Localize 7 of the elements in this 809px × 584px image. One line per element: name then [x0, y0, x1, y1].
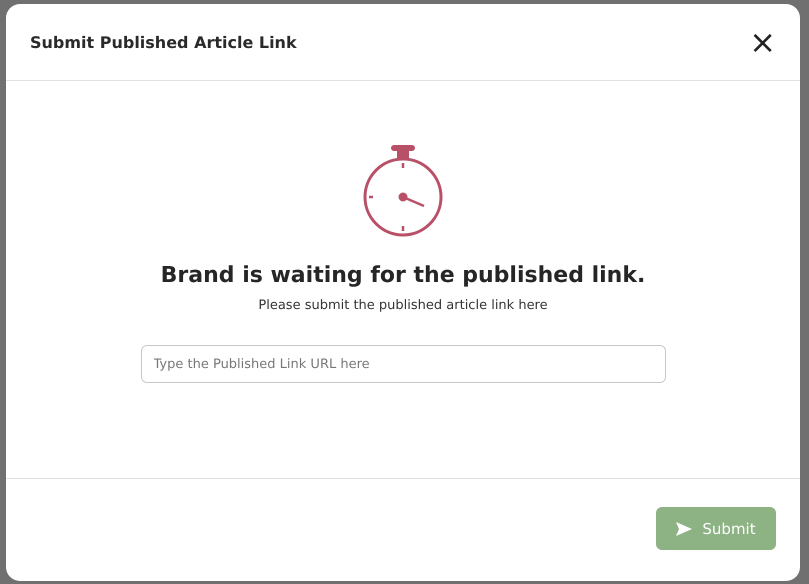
dialog-title: Submit Published Article Link	[30, 32, 297, 52]
link-input-field[interactable]: Type the Published Link URL here	[140, 345, 666, 383]
send-icon	[676, 522, 692, 536]
stopwatch-icon	[362, 143, 444, 239]
message-heading: Brand is waiting for the published link.	[160, 263, 646, 288]
message-subtext: Please submit the published article link here	[258, 298, 548, 313]
close-button[interactable]: ×	[745, 26, 780, 58]
